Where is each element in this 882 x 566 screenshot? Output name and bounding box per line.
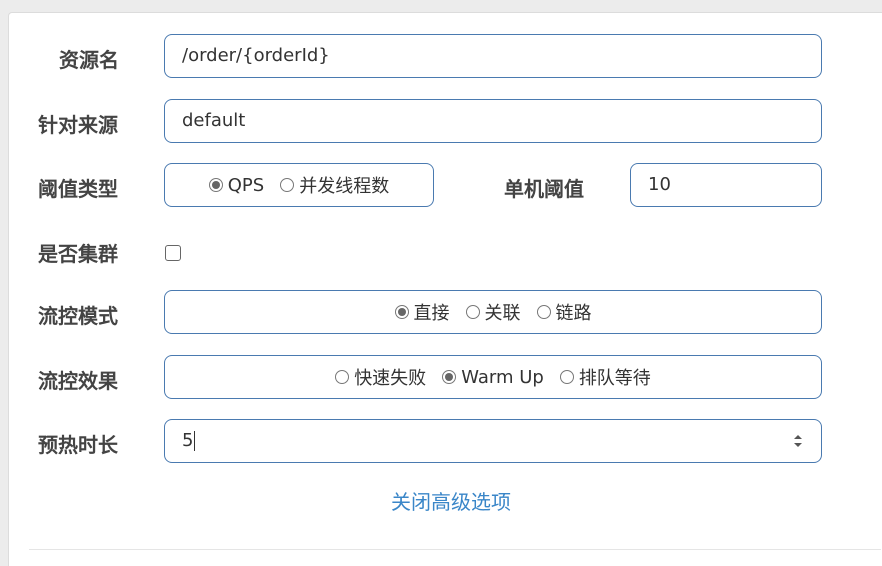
flow-effect-group: 快速失败 Warm Up 排队等待: [164, 355, 822, 399]
resource-name-input[interactable]: /order/{orderId}: [164, 34, 822, 78]
footer-divider: [29, 549, 881, 550]
radio-unchecked-icon[interactable]: [559, 370, 574, 384]
flow-effect-option-fast-fail[interactable]: 快速失败: [335, 364, 426, 390]
option-label: 关联: [484, 303, 521, 324]
threshold-type-option-thread[interactable]: 并发线程数: [280, 172, 389, 198]
resource-name-label: 资源名: [59, 48, 119, 72]
flow-mode-group: 直接 关联 链路: [164, 290, 822, 334]
single-threshold-input[interactable]: 10: [630, 163, 822, 207]
option-label: 链路: [555, 303, 592, 324]
rule-form-card: [8, 12, 882, 566]
option-label: 直接: [413, 303, 450, 324]
flow-mode-option-relate[interactable]: 关联: [465, 299, 521, 325]
warmup-period-value: 5: [182, 430, 194, 451]
radio-unchecked-icon[interactable]: [536, 305, 551, 319]
single-threshold-label: 单机阈值: [504, 177, 584, 201]
radio-checked-icon[interactable]: [442, 370, 457, 384]
warmup-period-label: 预热时长: [38, 433, 118, 457]
flow-effect-option-warm-up[interactable]: Warm Up: [442, 367, 544, 388]
radio-unchecked-icon[interactable]: [280, 178, 295, 192]
cluster-label: 是否集群: [38, 242, 118, 266]
limit-app-input[interactable]: default: [164, 99, 822, 143]
threshold-type-option-qps[interactable]: QPS: [208, 174, 265, 196]
radio-checked-icon[interactable]: [394, 305, 409, 319]
limit-app-label: 针对来源: [38, 113, 118, 137]
close-advanced-options-link[interactable]: 关闭高级选项: [391, 486, 511, 515]
cluster-checkbox[interactable]: [165, 245, 181, 261]
text-caret: [194, 431, 196, 451]
flow-effect-label: 流控效果: [38, 369, 118, 393]
option-label: 并发线程数: [299, 176, 390, 197]
option-label: Warm Up: [461, 366, 544, 388]
radio-unchecked-icon[interactable]: [335, 370, 350, 384]
flow-effect-option-queue[interactable]: 排队等待: [559, 364, 651, 390]
option-label: 快速失败: [354, 368, 427, 389]
threshold-type-label: 阈值类型: [38, 177, 118, 201]
option-label: 排队等待: [578, 368, 651, 389]
radio-checked-icon[interactable]: [208, 178, 223, 192]
flow-mode-option-direct[interactable]: 直接: [394, 299, 450, 325]
spinner-updown-icon[interactable]: [793, 433, 803, 449]
threshold-type-group: QPS 并发线程数: [164, 163, 434, 207]
radio-unchecked-icon[interactable]: [465, 305, 480, 319]
option-label: QPS: [227, 174, 265, 196]
flow-mode-label: 流控模式: [38, 304, 118, 328]
flow-mode-option-chain[interactable]: 链路: [536, 299, 592, 325]
warmup-period-input[interactable]: 5: [164, 419, 822, 463]
